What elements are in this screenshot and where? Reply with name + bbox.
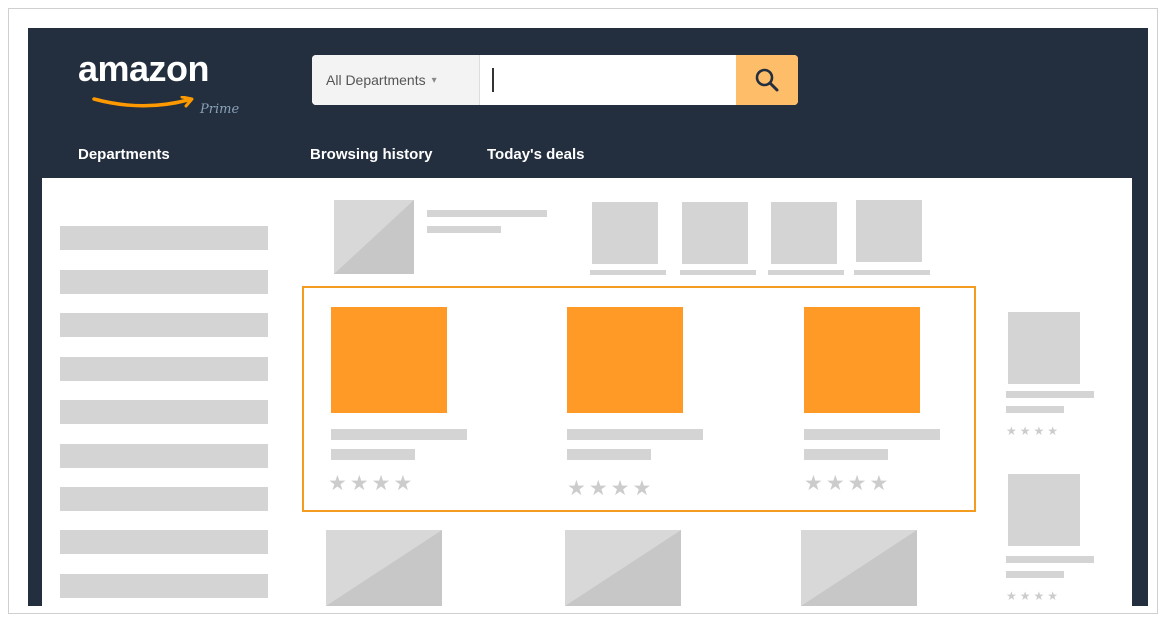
nav-browsing-history[interactable]: Browsing history <box>310 146 433 163</box>
product-price-placeholder <box>567 449 651 460</box>
department-label: All Departments <box>326 72 426 88</box>
rating-stars: ★★★★ <box>328 471 416 495</box>
magnifier-icon <box>755 68 779 92</box>
logo-prime-text: Prime <box>200 102 240 117</box>
rating-stars: ★★★★ <box>804 471 892 495</box>
text-cursor <box>492 68 494 92</box>
image-placeholder[interactable] <box>334 200 414 274</box>
image-placeholder[interactable] <box>565 530 681 606</box>
smile-arrow-icon <box>92 96 194 108</box>
thumbnail-placeholder[interactable] <box>592 202 658 264</box>
nav-todays-deals[interactable]: Today's deals <box>487 146 585 163</box>
text-placeholder <box>1006 571 1064 578</box>
nav-departments[interactable]: Departments <box>78 146 170 163</box>
text-placeholder <box>854 270 930 275</box>
amazon-prime-logo[interactable]: amazon Prime <box>78 48 239 117</box>
sidebar-item[interactable] <box>60 400 268 424</box>
image-placeholder[interactable] <box>801 530 917 606</box>
featured-product-image[interactable] <box>331 307 447 413</box>
logo-wordmark: amazon <box>78 48 210 89</box>
text-placeholder <box>427 210 547 217</box>
rating-stars: ★★★★ <box>1006 424 1062 438</box>
sidebar-item[interactable] <box>60 313 268 337</box>
sidebar-item[interactable] <box>60 444 268 468</box>
chevron-down-icon: ▾ <box>431 74 437 86</box>
product-title-placeholder <box>804 429 940 440</box>
rating-stars: ★★★★ <box>1006 589 1062 603</box>
image-placeholder[interactable] <box>326 530 442 606</box>
text-placeholder <box>1006 391 1094 398</box>
search-input[interactable] <box>480 55 738 105</box>
text-placeholder <box>1006 556 1094 563</box>
thumbnail-placeholder[interactable] <box>682 202 748 264</box>
thumbnail-placeholder[interactable] <box>771 202 837 264</box>
search-bar: All Departments ▾ <box>312 55 798 105</box>
main-content: ★★★★ ★★★★ ★★★★ ★★★★ ★★★★ <box>42 178 1132 606</box>
product-price-placeholder <box>331 449 415 460</box>
sidebar-item[interactable] <box>60 270 268 294</box>
sidebar-item[interactable] <box>60 574 268 598</box>
product-title-placeholder <box>567 429 703 440</box>
sidebar-item[interactable] <box>60 487 268 511</box>
text-placeholder <box>768 270 844 275</box>
text-placeholder <box>427 226 501 233</box>
sidebar-item[interactable] <box>60 357 268 381</box>
featured-product-image[interactable] <box>567 307 683 413</box>
text-placeholder <box>680 270 756 275</box>
thumbnail-placeholder[interactable] <box>856 200 922 262</box>
sidebar-item[interactable] <box>60 530 268 554</box>
text-placeholder <box>1006 406 1064 413</box>
department-select[interactable]: All Departments ▾ <box>312 55 480 105</box>
featured-product-image[interactable] <box>804 307 920 413</box>
product-title-placeholder <box>331 429 467 440</box>
sidebar-item[interactable] <box>60 226 268 250</box>
search-button[interactable] <box>736 55 798 105</box>
product-price-placeholder <box>804 449 888 460</box>
rating-stars: ★★★★ <box>567 476 655 500</box>
side-product-image[interactable] <box>1008 474 1080 546</box>
side-product-image[interactable] <box>1008 312 1080 384</box>
text-placeholder <box>590 270 666 275</box>
